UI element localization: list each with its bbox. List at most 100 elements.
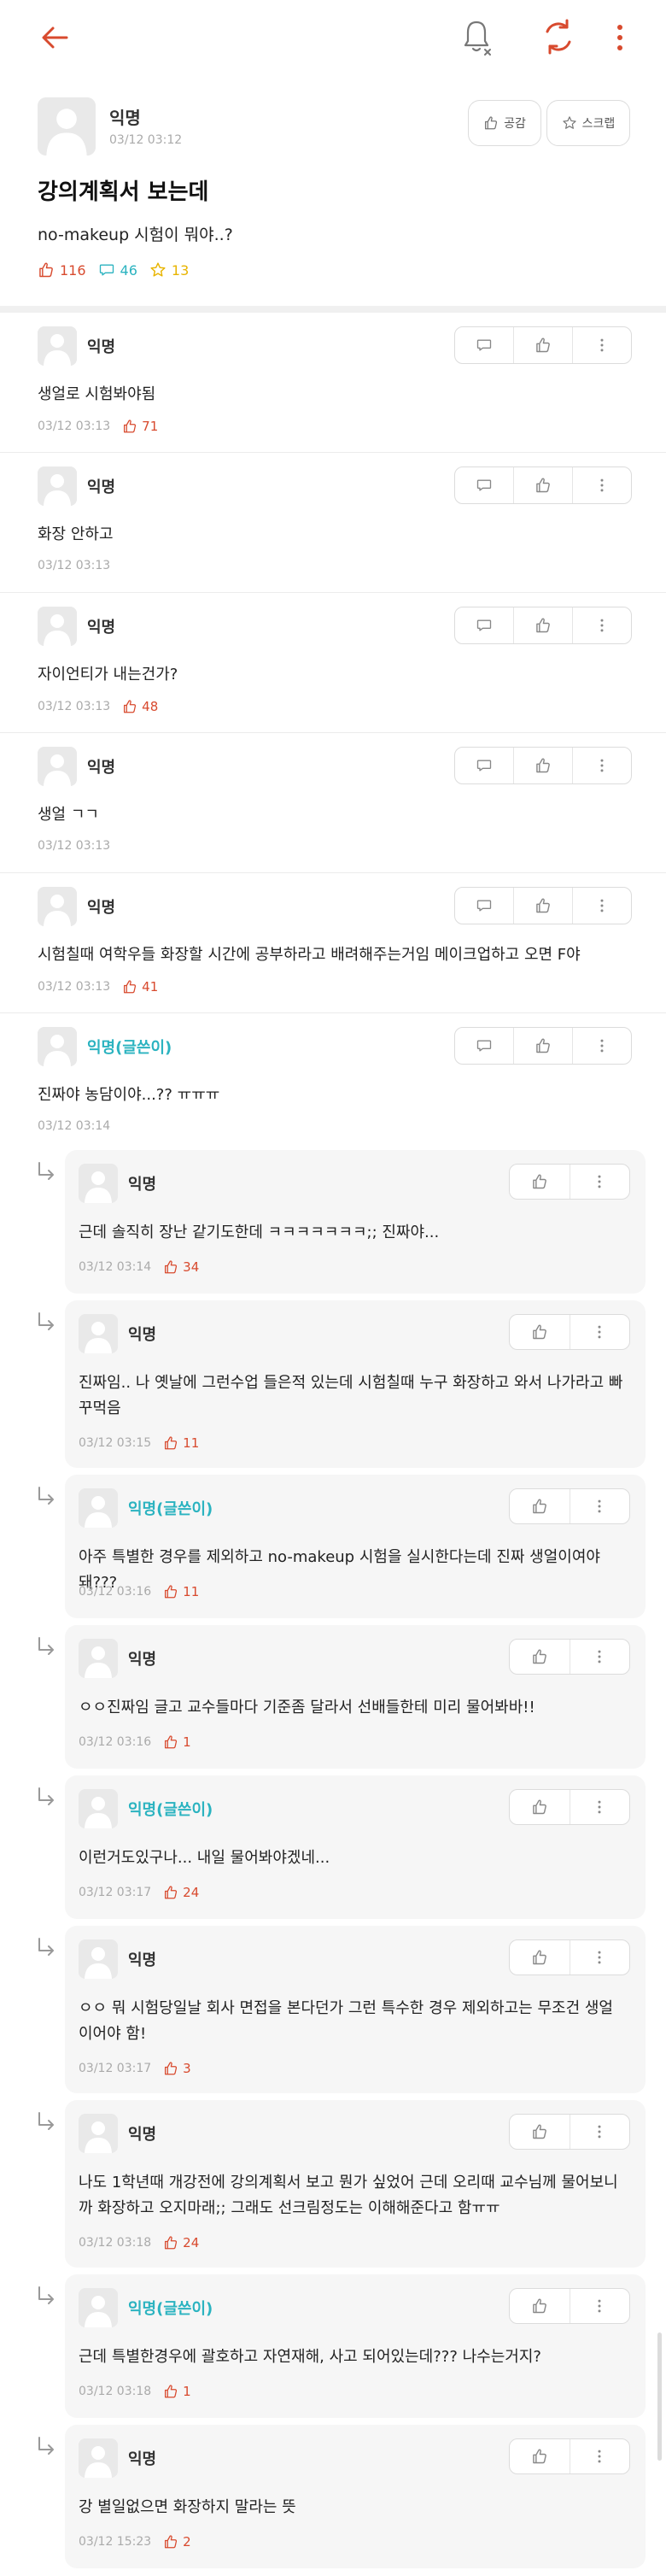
more-options-button[interactable]: [569, 1315, 630, 1349]
reply: 익명(글쓴이) 이런거도있구나... 내일 물어봐야겠네... 03/12 03…: [0, 1775, 666, 1919]
more-options-button[interactable]: [569, 1940, 630, 1975]
thumbs-up-icon: [536, 337, 550, 353]
reply: 익명 근데 솔직히 장난 같기도한데 ㅋㅋㅋㅋㅋㅋㅋ;; 진짜야... 03/1…: [0, 1150, 666, 1294]
post-title: 강의계획서 보는데: [38, 179, 209, 205]
avatar: [38, 1027, 77, 1066]
more-options-button[interactable]: [569, 1790, 630, 1824]
reply-author: 익명: [128, 1651, 157, 1669]
comment-count: 46: [98, 261, 137, 279]
more-options-button[interactable]: [569, 1489, 630, 1523]
like-button[interactable]: [510, 1940, 570, 1975]
scrap-button[interactable]: 스크랩: [546, 100, 630, 146]
more-options-button[interactable]: [572, 467, 631, 503]
like-button[interactable]: [510, 2439, 570, 2473]
like-button[interactable]: [510, 2115, 570, 2149]
more-options-button[interactable]: [569, 2289, 630, 2323]
scrollbar[interactable]: [657, 2332, 662, 2461]
reply-actions: [509, 2438, 630, 2474]
back-button[interactable]: [38, 21, 72, 55]
reply-author: 익명: [128, 1326, 157, 1344]
comment: 익명 화장 안하고 03/12 03:13: [0, 458, 666, 593]
reply-actions: [509, 1789, 630, 1825]
more-options-button[interactable]: [569, 2439, 630, 2473]
comment-author: 익명: [87, 759, 116, 777]
comment-meta: 03/12 03:13: [38, 559, 110, 572]
thumbs-up-icon: [532, 1324, 546, 1340]
reply-meta: 03/12 03:16 1: [79, 1734, 191, 1750]
reply-button[interactable]: [455, 1028, 513, 1064]
more-options-button[interactable]: [572, 1028, 631, 1064]
reply-button[interactable]: [455, 888, 513, 924]
reply-meta: 03/12 03:17 24: [79, 1885, 199, 1900]
reply-card: 익명 근데 솔직히 장난 같기도한데 ㅋㅋㅋㅋㅋㅋㅋ;; 진짜야... 03/1…: [65, 1150, 646, 1294]
more-options-button[interactable]: [569, 2115, 630, 2149]
like-button[interactable]: [510, 1165, 570, 1199]
reply: 익명(글쓴이) 근데 특별한경우에 괄호하고 자연재해, 사고 되어있는데???…: [0, 2274, 666, 2418]
star-icon: [563, 116, 576, 129]
like-button[interactable]: [513, 607, 572, 643]
reply-like-count: 11: [163, 1435, 199, 1451]
more-options-button[interactable]: [569, 1165, 630, 1199]
reply-text: ㅇㅇ 뭐 시험당일날 회사 면접을 본다던가 그런 특수한 경우 제외하고는 무…: [79, 1999, 613, 2043]
reply-like-count: 1: [163, 1734, 191, 1750]
comment-like-count: 71: [122, 419, 158, 434]
more-options-button[interactable]: [572, 607, 631, 643]
reply-button[interactable]: [455, 327, 513, 363]
more-options-button[interactable]: [572, 748, 631, 783]
reply-like-count: 1: [163, 2384, 191, 2399]
comment: 익명 시험칠때 여학우들 화장할 시간에 공부하라고 배려해주는거임 메이크업하…: [0, 878, 666, 1013]
top-bar: [0, 0, 666, 77]
like-button[interactable]: [510, 1315, 570, 1349]
like-button[interactable]: [510, 2289, 570, 2323]
refresh-button[interactable]: [540, 17, 577, 56]
reply-like-count: 2: [163, 2534, 191, 2550]
like-button[interactable]: [510, 1640, 570, 1674]
like-button[interactable]: [510, 1790, 570, 1824]
reply-meta: 03/12 03:17 3: [79, 2061, 191, 2076]
notification-off-button[interactable]: [459, 17, 494, 56]
reply-time: 03/12 03:18: [79, 2385, 152, 2398]
reply-button[interactable]: [455, 748, 513, 783]
like-button[interactable]: 공감: [468, 100, 541, 146]
kebab-menu-icon: [598, 1650, 601, 1664]
like-button[interactable]: [513, 327, 572, 363]
like-button[interactable]: [513, 888, 572, 924]
more-options-button[interactable]: [569, 1640, 630, 1674]
thumbs-up-icon: [124, 980, 137, 994]
reply-arrow-icon: [34, 1786, 58, 1810]
kebab-menu-icon: [598, 1175, 601, 1188]
reply-button[interactable]: [455, 607, 513, 643]
avatar: [79, 1639, 118, 1678]
comment-bubble-icon: [476, 479, 492, 491]
reply-text: 진짜임.. 나 옛날에 그런수업 들은적 있는데 시험칠때 누구 화장하고 와서…: [79, 1374, 623, 1417]
comment-author: 익명(글쓴이): [87, 1039, 172, 1057]
like-button[interactable]: [513, 748, 572, 783]
reply-card: 익명 강 별일없으면 화장하지 말라는 뜻 03/12 15:23 2: [65, 2425, 646, 2568]
more-options-button[interactable]: [572, 327, 631, 363]
more-options-button[interactable]: [611, 19, 628, 56]
comment-actions: [454, 1027, 632, 1065]
thumbs-up-icon: [532, 1499, 546, 1514]
thumbs-up-icon: [165, 1260, 178, 1274]
reply-button[interactable]: [455, 467, 513, 503]
comment-bubble-icon: [476, 760, 492, 772]
reply-text: 이런거도있구나... 내일 물어봐야겠네...: [79, 1849, 330, 1867]
like-button[interactable]: [513, 1028, 572, 1064]
bell-off-icon: [464, 21, 491, 56]
comment-meta: 03/12 03:13: [38, 839, 110, 853]
more-options-button[interactable]: [572, 888, 631, 924]
thumbs-up-icon: [536, 618, 550, 633]
avatar: [79, 1164, 118, 1203]
comment-text: 생얼로 시험봐야됨: [38, 385, 156, 403]
like-button[interactable]: [513, 467, 572, 503]
comment-author: 익명: [87, 899, 116, 917]
comment-actions: [454, 887, 632, 924]
reply-author: 익명(글쓴이): [128, 1801, 213, 1819]
reply-meta: 03/12 03:16 11: [79, 1584, 199, 1599]
like-button[interactable]: [510, 1489, 570, 1523]
comment-time: 03/12 03:14: [38, 1119, 111, 1133]
thumbs-up-icon: [532, 1649, 546, 1664]
reply-meta: 03/12 03:18 24: [79, 2235, 199, 2250]
kebab-menu-icon: [598, 1800, 601, 1814]
reply-arrow-icon: [34, 1635, 58, 1659]
